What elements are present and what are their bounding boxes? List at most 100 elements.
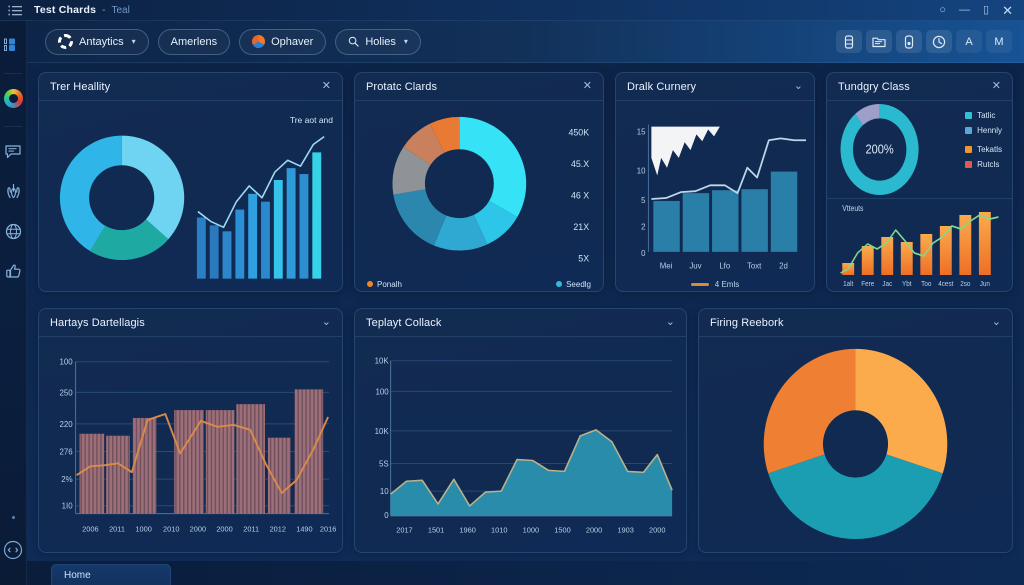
toolbar-pill-ophaver[interactable]: Ophaver (239, 28, 327, 55)
overlay-artifact (651, 126, 720, 176)
card-header: Trer Heallity ✕ (39, 73, 342, 101)
close-icon[interactable]: ✕ (992, 81, 1001, 92)
legend-label: 4 Emls (714, 280, 740, 290)
toolbar-pill-label: Holies (365, 35, 396, 48)
chevron-down-icon[interactable]: ⌄ (794, 81, 803, 92)
svg-text:Juv: Juv (689, 262, 701, 271)
sidebar-item-dashboard[interactable] (2, 30, 24, 60)
svg-text:1I0: 1I0 (62, 502, 74, 511)
value-label: 5X (578, 253, 589, 263)
toolbar-pill-antaytics[interactable]: Antaytics ▾ (45, 28, 149, 55)
card-title: Firing Reebork (710, 316, 784, 329)
donut-chart (763, 348, 948, 540)
card-title: Protatc Clards (366, 80, 438, 93)
svg-text:4cest: 4cest (938, 281, 953, 289)
svg-text:2011: 2011 (109, 524, 125, 533)
close-button[interactable]: ✕ (1002, 4, 1013, 17)
svg-text:Too: Too (921, 281, 931, 289)
title-bar: Test Chards - Teal ○ — ▯ ✕ (0, 0, 1024, 21)
circle-face-icon (3, 540, 23, 560)
svg-text:Mei: Mei (660, 262, 673, 271)
vtteuts-bar-chart: Vtteuts 1alt Fere Jас Ybt Too 4cest 2so … (840, 203, 999, 289)
title-separator: - (102, 4, 106, 16)
maximize-button[interactable]: ▯ (983, 4, 989, 16)
toolbar-pill-amerlens[interactable]: Amerlens (157, 28, 231, 55)
storage-icon[interactable] (896, 30, 922, 53)
text-icon-glyph: A (965, 35, 973, 48)
chat-icon (4, 144, 21, 158)
taskbar-item-home[interactable]: Home (51, 564, 171, 585)
title-subtitle: Teal (111, 4, 130, 16)
chevron-down-icon[interactable]: ⌄ (992, 317, 1001, 328)
svg-text:2d: 2d (779, 262, 788, 271)
svg-text:100: 100 (375, 387, 389, 396)
grid-icon (4, 38, 15, 51)
card-protatc-clards: Protatc Clards ✕ 450K 45.X 46 X 21X 5X P… (354, 72, 604, 292)
legend-item[interactable]: Rutcls (965, 160, 1002, 169)
svg-text:1960: 1960 (459, 526, 475, 535)
card-title: Trer Heallity (50, 80, 111, 93)
teplayt-area-chart: 10K 100 10K 5S 10 0 2017 1501 1960 1010 … (375, 357, 673, 535)
x-axis-ticks: 2006 2011 1000 2010 2000 2000 2011 2012 … (82, 524, 336, 533)
marker-icon[interactable]: M (986, 30, 1012, 53)
sub-chart-title: Vtteuts (842, 203, 863, 213)
close-icon[interactable]: ✕ (583, 81, 592, 92)
sidebar (0, 21, 27, 585)
svg-text:10K: 10K (375, 427, 390, 436)
legend-item[interactable]: Seedlg (556, 280, 591, 289)
chevron-down-icon[interactable]: ⌄ (322, 317, 331, 328)
svg-text:100: 100 (59, 358, 73, 367)
legend-item[interactable]: Tekatls (965, 145, 1002, 154)
sidebar-item-brand[interactable] (2, 83, 24, 113)
card-title: Hartays Dartellagis (50, 316, 145, 329)
card-body: 100 250 220 276 2% 1I0 2006 2011 1000 20… (39, 337, 342, 552)
svg-text:2: 2 (641, 222, 645, 231)
toolbar-pill-label: Antaytics (79, 35, 124, 48)
legend-item[interactable]: Tatlic (965, 111, 1002, 120)
sidebar-item-messages[interactable] (2, 136, 24, 166)
chevron-down-icon: ▾ (403, 37, 408, 46)
card-tundgry-class: Tundgry Class ✕ 200% Tatlic Hennly Tekat… (826, 72, 1013, 292)
svg-text:1501: 1501 (428, 526, 444, 535)
minimize-button[interactable]: — (959, 4, 970, 16)
chart-annotation: Tre aot and (289, 115, 333, 125)
toolbar-pill-holies[interactable]: Holies ▾ (335, 28, 421, 55)
svg-text:220: 220 (59, 420, 73, 429)
sidebar-item-analytics[interactable] (2, 176, 24, 206)
help-button[interactable]: ○ (939, 4, 946, 16)
y-axis-ticks: 10K 100 10K 5S 10 0 (375, 357, 390, 520)
database-icon[interactable] (836, 30, 862, 53)
svg-text:0: 0 (384, 511, 389, 520)
card-section-bars: Vtteuts 1alt Fere Jас Ybt Too 4cest 2so … (827, 199, 1012, 291)
legend-item[interactable]: Ponalh (367, 280, 402, 289)
chevron-down-icon[interactable]: ⌄ (666, 317, 675, 328)
card-teplayt-collack: Teplayt Collack ⌄ 10K 100 10K 5S 10 0 20… (354, 308, 687, 553)
card-body: 450K 45.X 46 X 21X 5X Ponalh Seedlg (355, 101, 603, 291)
svg-text:2011: 2011 (243, 524, 259, 533)
value-label: 450K (569, 128, 590, 138)
card-header: Tundgry Class ✕ (827, 73, 1012, 101)
card-trer-heallity: Trer Heallity ✕ Tre aot and (38, 72, 343, 292)
value-label: 21X (573, 222, 589, 232)
svg-text:10K: 10K (375, 357, 390, 366)
svg-text:1903: 1903 (617, 526, 633, 535)
svg-text:1000: 1000 (135, 524, 151, 533)
donut-center-value: 200% (866, 142, 895, 157)
sidebar-item-approve[interactable] (2, 256, 24, 286)
legend-label: Tekatls (977, 145, 1002, 154)
text-icon[interactable]: A (956, 30, 982, 53)
svg-text:2000: 2000 (586, 526, 602, 535)
sidebar-item-globe[interactable] (2, 216, 24, 246)
close-icon[interactable]: ✕ (322, 81, 331, 92)
folder-icon[interactable] (866, 30, 892, 53)
hamburger-menu-icon[interactable] (0, 5, 30, 16)
toolbar-pill-label: Amerlens (170, 35, 218, 48)
bar-series (842, 212, 991, 275)
legend-item[interactable]: Hennly (965, 126, 1002, 135)
value-label: 46 X (571, 190, 589, 200)
legend-label: Hennly (977, 126, 1002, 135)
toolbar-actions: A M (836, 30, 1012, 53)
clock-icon[interactable] (926, 30, 952, 53)
sidebar-item-settings[interactable] (2, 535, 24, 565)
svg-text:250: 250 (59, 388, 73, 397)
